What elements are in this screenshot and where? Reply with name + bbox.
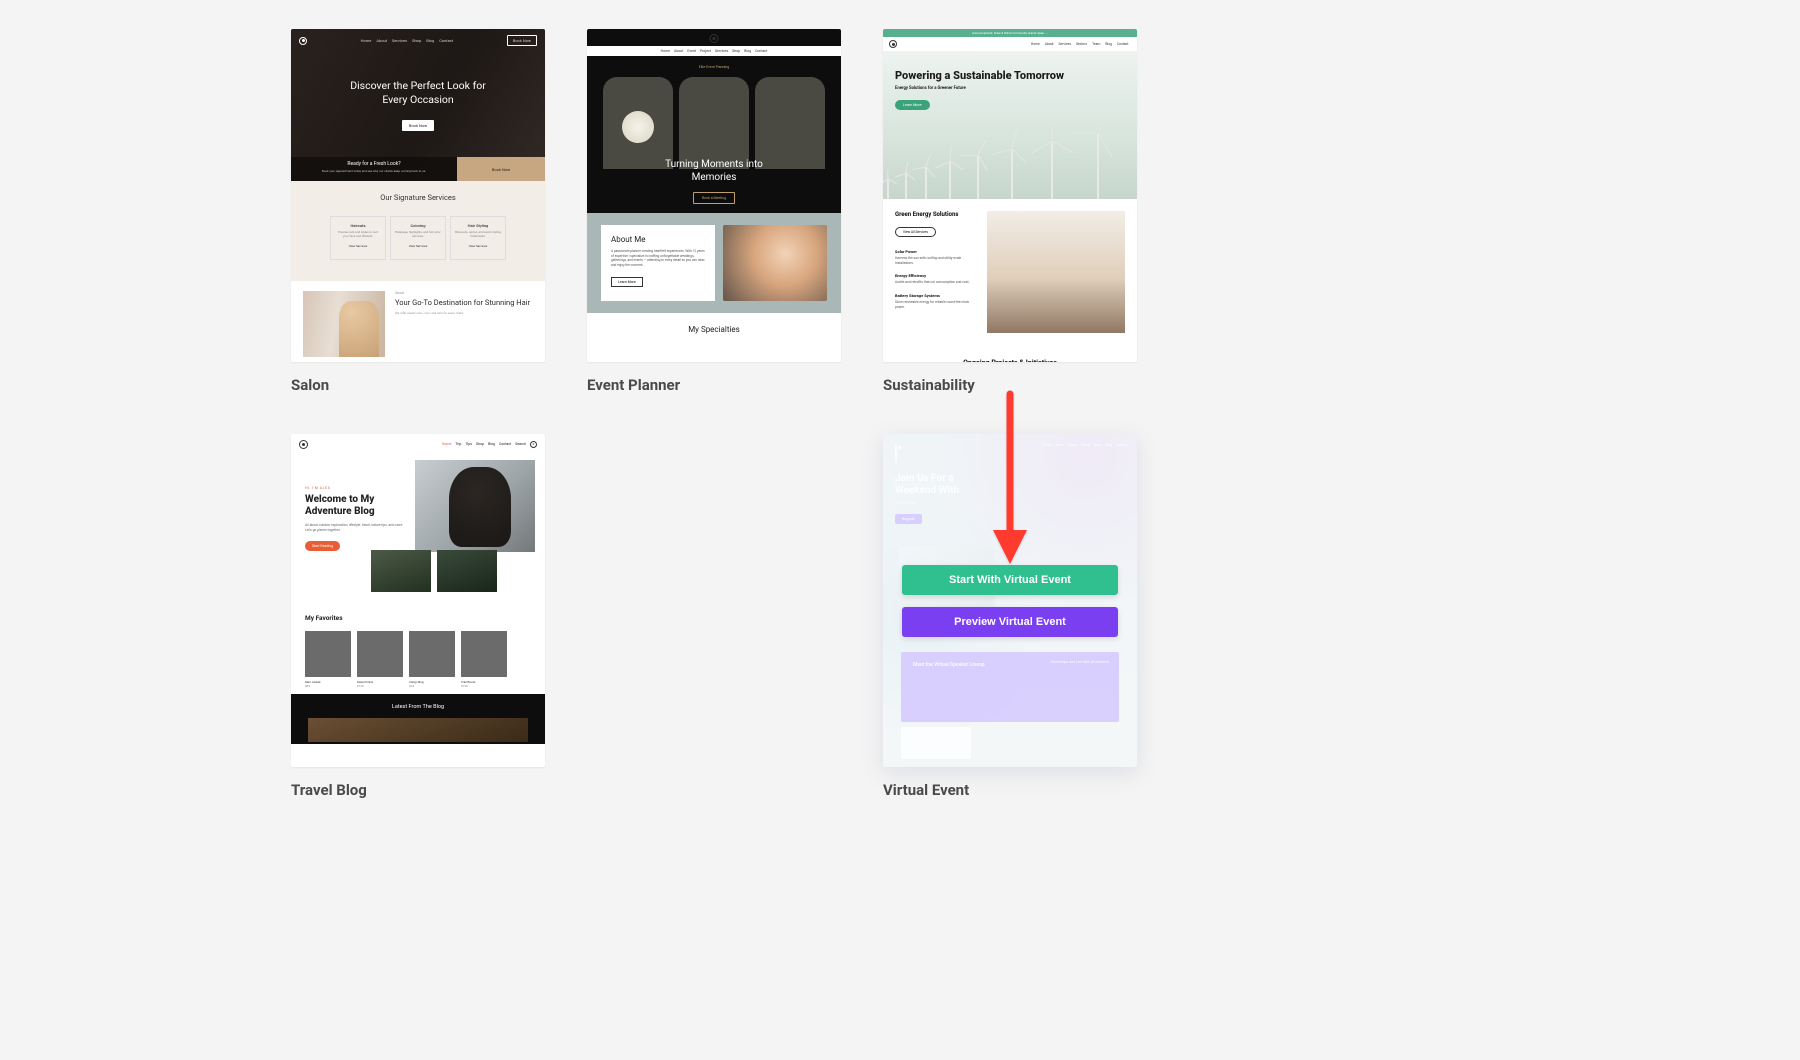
event-hero-button: Book a Meeting xyxy=(693,192,735,204)
travel-blog-image xyxy=(308,718,528,742)
card-event-planner: HomeAboutEventProjectServicesShopBlogCon… xyxy=(587,29,841,394)
sustain-solutions-button: View All Services xyxy=(895,227,936,237)
salon-hero: Discover the Perfect Look for Every Occa… xyxy=(291,79,545,131)
event-specialties: My Specialties xyxy=(587,313,841,362)
event-kicker: Elite Event Planning xyxy=(587,65,841,69)
empty-cell xyxy=(587,434,841,799)
event-image-row xyxy=(603,77,825,169)
travel-blog-section: Latest From The Blog xyxy=(291,694,545,744)
cart-icon: 0 xyxy=(530,441,537,448)
template-grid: Home About Services Shop Blog Contact Bo… xyxy=(0,0,1800,799)
event-hero: Turning Moments intoMemories Book a Meet… xyxy=(587,159,841,204)
travel-image xyxy=(371,550,431,592)
logo-icon xyxy=(299,440,308,449)
event-about: About Me A passionate planner creating h… xyxy=(587,213,841,313)
thumbnail-virtual-event[interactable]: HomeAboutLineupVenueShopBlogContact Join… xyxy=(883,434,1137,767)
thumbnail-sustainability[interactable]: Announcement: Solar & Wind Community Gra… xyxy=(883,29,1137,362)
wind-turbines xyxy=(883,127,1137,199)
sustain-image xyxy=(987,211,1125,333)
salon-band-button: Book Now xyxy=(457,157,545,181)
card-sustainability: Announcement: Solar & Wind Community Gra… xyxy=(883,29,1137,394)
virtual-hover-overlay: Start With Virtual Event Preview Virtual… xyxy=(883,434,1137,767)
salon-nav-links: Home About Services Shop Blog Contact xyxy=(359,38,456,43)
salon-about-image xyxy=(303,291,385,357)
sustain-solutions: Green Energy Solutions View All Services… xyxy=(883,199,1137,349)
label-virtual-event: Virtual Event xyxy=(883,781,1137,799)
event-image xyxy=(755,77,825,169)
event-about-image xyxy=(723,225,827,301)
label-salon: Salon xyxy=(291,376,545,394)
salon-band: Ready for a Fresh Look? Book your appoin… xyxy=(291,157,457,181)
event-about-button: Learn More xyxy=(611,277,643,287)
sustain-topbar: Announcement: Solar & Wind Community Gra… xyxy=(883,29,1137,37)
event-image xyxy=(679,77,749,169)
travel-favorites: My Favorites Rain Jacket$89 Desert Pack$… xyxy=(291,592,545,694)
card-virtual-event: HomeAboutLineupVenueShopBlogContact Join… xyxy=(883,434,1137,799)
logo-icon xyxy=(889,40,897,48)
thumbnail-salon[interactable]: Home About Services Shop Blog Contact Bo… xyxy=(291,29,545,362)
start-with-virtual-event-button[interactable]: Start With Virtual Event xyxy=(902,565,1118,595)
salon-nav: Home About Services Shop Blog Contact Bo… xyxy=(291,35,545,46)
card-travel-blog: Home Trip Tips Shop Blog Contact Search … xyxy=(291,434,545,799)
sustain-hero: Powering a Sustainable Tomorrow Energy S… xyxy=(883,51,1137,199)
sustain-projects: Ongoing Projects & Initiatives xyxy=(883,349,1137,362)
event-image xyxy=(603,77,673,169)
logo-icon xyxy=(710,34,719,43)
label-sustainability: Sustainability xyxy=(883,376,1137,394)
sustain-hero-button: Learn More xyxy=(895,100,930,110)
label-travel-blog: Travel Blog xyxy=(291,781,545,799)
preview-virtual-event-button[interactable]: Preview Virtual Event xyxy=(902,607,1118,637)
event-nav: HomeAboutEventProjectServicesShopBlogCon… xyxy=(587,46,841,56)
salon-hero-button: Book Now xyxy=(402,120,434,131)
salon-nav-cta: Book Now xyxy=(507,35,537,46)
travel-hero-image xyxy=(415,460,535,552)
salon-about: About Your Go-To Destination for Stunnin… xyxy=(291,281,545,362)
travel-image xyxy=(437,550,497,592)
thumbnail-event-planner[interactable]: HomeAboutEventProjectServicesShopBlogCon… xyxy=(587,29,841,362)
travel-nav: Home Trip Tips Shop Blog Contact Search … xyxy=(291,434,545,454)
travel-hero: HI, I'M ALEX Welcome to My Adventure Blo… xyxy=(291,454,545,592)
label-event-planner: Event Planner xyxy=(587,376,841,394)
sustain-nav: HomeAboutServicesSectorsTeamBlogContact xyxy=(883,37,1137,51)
logo-icon xyxy=(299,37,307,45)
card-salon: Home About Services Shop Blog Contact Bo… xyxy=(291,29,545,394)
salon-services: Our Signature Services HaircutsPrecise c… xyxy=(291,181,545,281)
travel-hero-button: Start Reading xyxy=(305,541,340,551)
thumbnail-travel-blog[interactable]: Home Trip Tips Shop Blog Contact Search … xyxy=(291,434,545,767)
